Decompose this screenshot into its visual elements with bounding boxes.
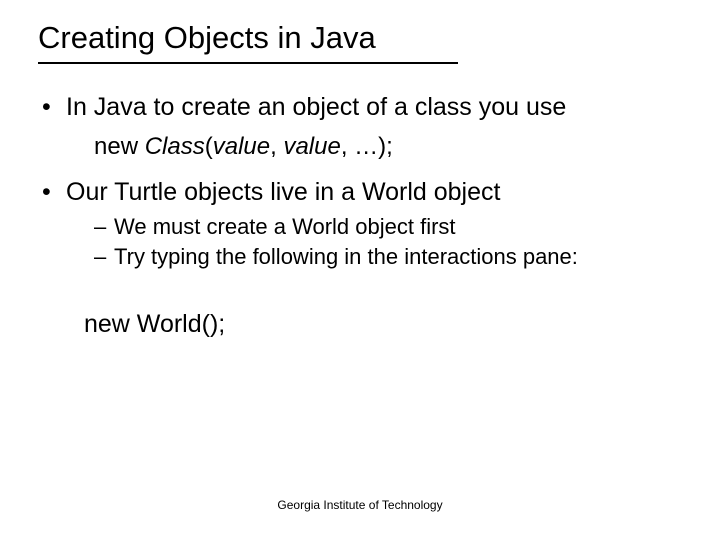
code-example-1: new Class(value, value, …); [94, 133, 682, 161]
code-paren: ( [205, 133, 213, 160]
code-value-1: value [213, 133, 270, 160]
code-tail: , …); [341, 133, 393, 160]
sub-bullet-1: We must create a World object first [94, 213, 682, 242]
code-example-2: new World(); [84, 310, 682, 339]
code-separator-1: , [270, 133, 283, 160]
slide-title: Creating Objects in Java [38, 20, 458, 64]
code-class: Class [145, 133, 205, 160]
code-value-2: value [283, 133, 340, 160]
footer-text: Georgia Institute of Technology [0, 498, 720, 512]
bullet-2: Our Turtle objects live in a World objec… [38, 177, 682, 208]
code-keyword: new [94, 133, 145, 160]
bullet-1: In Java to create an object of a class y… [38, 92, 682, 123]
sub-bullet-2: Try typing the following in the interact… [94, 243, 682, 272]
